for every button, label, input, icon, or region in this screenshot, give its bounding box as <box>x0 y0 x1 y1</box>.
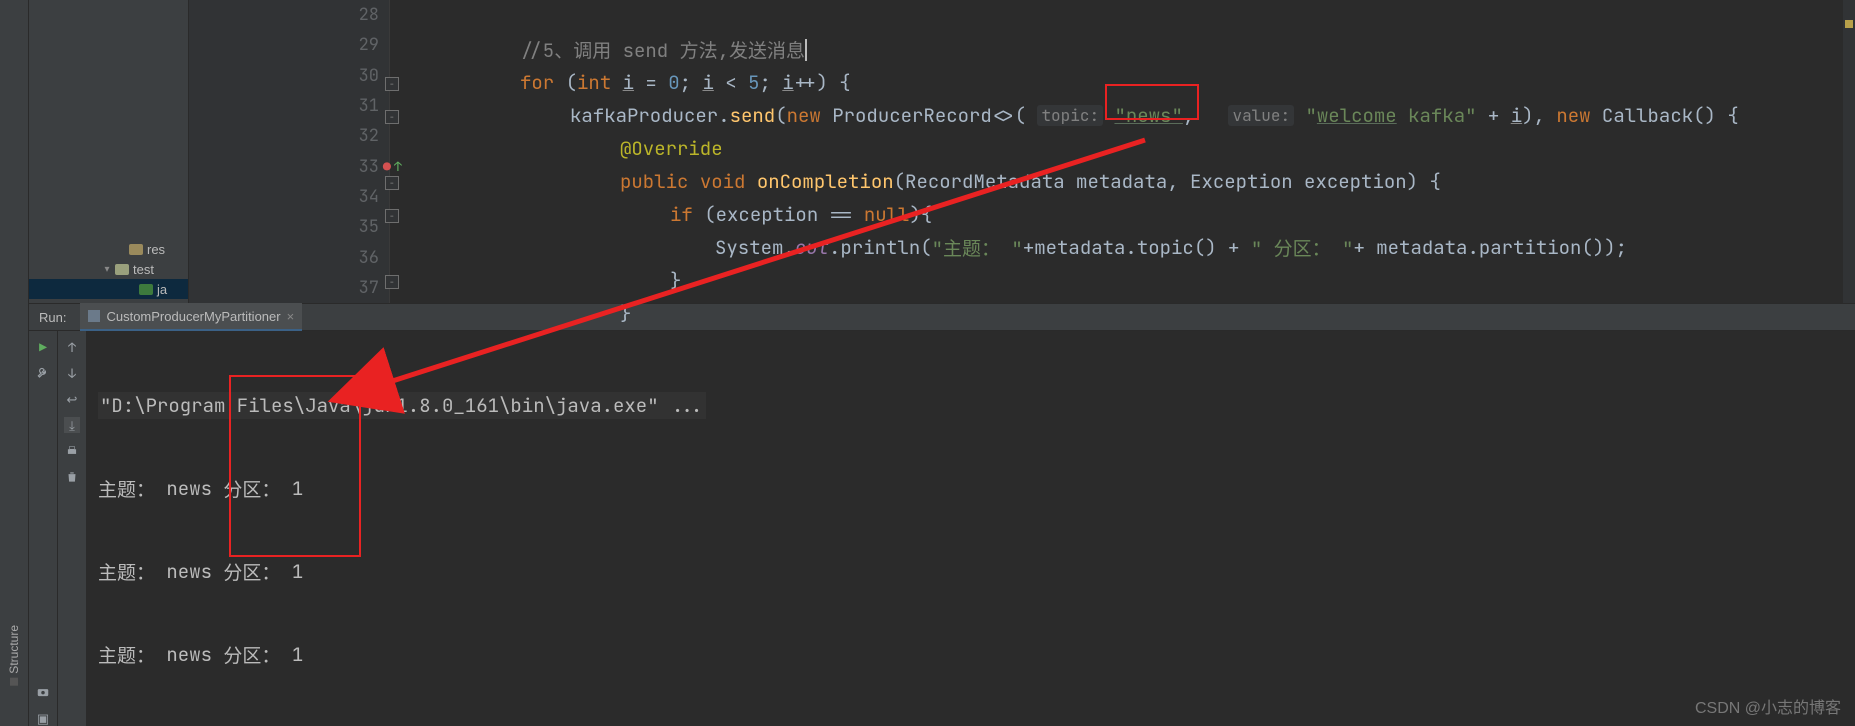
chevron-down-icon[interactable]: ▾ <box>99 264 115 275</box>
line-number: 28 <box>359 4 379 26</box>
tree-row-java[interactable]: ja <box>29 279 188 299</box>
application-icon <box>88 310 100 322</box>
wrench-icon[interactable] <box>35 365 51 381</box>
tree-row-res[interactable]: res <box>29 239 188 259</box>
line-number: 35 <box>359 216 379 238</box>
tree-label: ja <box>157 282 167 297</box>
param-hint-topic: topic: <box>1037 105 1103 126</box>
line-number: 32 <box>359 125 379 147</box>
line-number: 36 <box>359 247 379 269</box>
structure-label: Structure <box>7 625 21 674</box>
line-number: 34 <box>359 186 379 208</box>
console-output-line: 主题： news 分区： 1 <box>98 472 1843 505</box>
down-arrow-icon[interactable]: ↓ <box>64 365 80 381</box>
run-action-toolbar: ▶ ▣ <box>29 331 57 726</box>
close-icon[interactable]: × <box>287 309 295 324</box>
trash-icon[interactable] <box>64 469 80 485</box>
console-output-line: 主题： news 分区： 1 <box>98 721 1843 726</box>
code-area[interactable]: //5、调用 send 方法,发送消息 for (int i = 0; i < … <box>390 0 1855 303</box>
run-console[interactable]: "D:\Program Files\Java\jdk1.8.0_161\bin\… <box>86 331 1855 726</box>
code-comment: //5、调用 send 方法,发送消息 <box>520 36 805 63</box>
left-tool-rail: Structure res <box>0 0 29 726</box>
folder-icon <box>115 264 129 275</box>
tree-row-test[interactable]: ▾ test <box>29 259 188 279</box>
line-number: 29 <box>359 34 379 56</box>
run-label: Run: <box>39 310 66 325</box>
structure-tool-button[interactable]: Structure <box>7 625 21 686</box>
editor-scrollbar[interactable] <box>1843 0 1855 303</box>
line-number: 37 <box>359 277 379 299</box>
folder-icon <box>139 284 153 295</box>
warning-stripe-icon[interactable] <box>1845 20 1853 28</box>
line-number: 31 <box>359 95 379 117</box>
param-hint-value: value: <box>1228 105 1294 126</box>
code-editor[interactable]: 28 29 30 31 32 33 ● ↑ 34 35 36 37 <box>189 0 1855 303</box>
print-icon[interactable] <box>64 443 80 459</box>
project-tree-pane[interactable]: res ▾ test ja <box>29 0 189 303</box>
text-caret <box>805 39 807 61</box>
up-arrow-icon[interactable]: ↑ <box>64 339 80 355</box>
run-console-toolbar: ↑ ↓ ↩ ⤓ <box>57 331 86 726</box>
folder-icon <box>129 244 143 255</box>
editor-gutter: 28 29 30 31 32 33 ● ↑ 34 35 36 37 <box>189 0 390 303</box>
run-tab-title: CustomProducerMyPartitioner <box>106 309 280 324</box>
rerun-icon[interactable]: ▶ <box>35 339 51 355</box>
watermark: CSDN @小志的博客 <box>1695 694 1841 718</box>
annotation-override: @Override <box>620 136 723 161</box>
structure-icon <box>10 677 18 685</box>
run-tab[interactable]: CustomProducerMyPartitioner × <box>80 303 302 331</box>
console-output-line: 主题： news 分区： 1 <box>98 555 1843 588</box>
console-output-line: 主题： news 分区： 1 <box>98 638 1843 671</box>
camera-icon[interactable] <box>35 684 51 700</box>
line-number: 30 <box>359 65 379 87</box>
tree-label: test <box>133 262 154 277</box>
java-exe-line: "D:\Program Files\Java\jdk1.8.0_161\bin\… <box>98 392 706 419</box>
layout-icon[interactable]: ▣ <box>35 710 51 726</box>
scroll-to-end-icon[interactable]: ⤓ <box>64 417 80 433</box>
tree-label: res <box>147 242 165 257</box>
line-number: 33 <box>359 156 379 178</box>
soft-wrap-icon[interactable]: ↩ <box>64 391 80 407</box>
